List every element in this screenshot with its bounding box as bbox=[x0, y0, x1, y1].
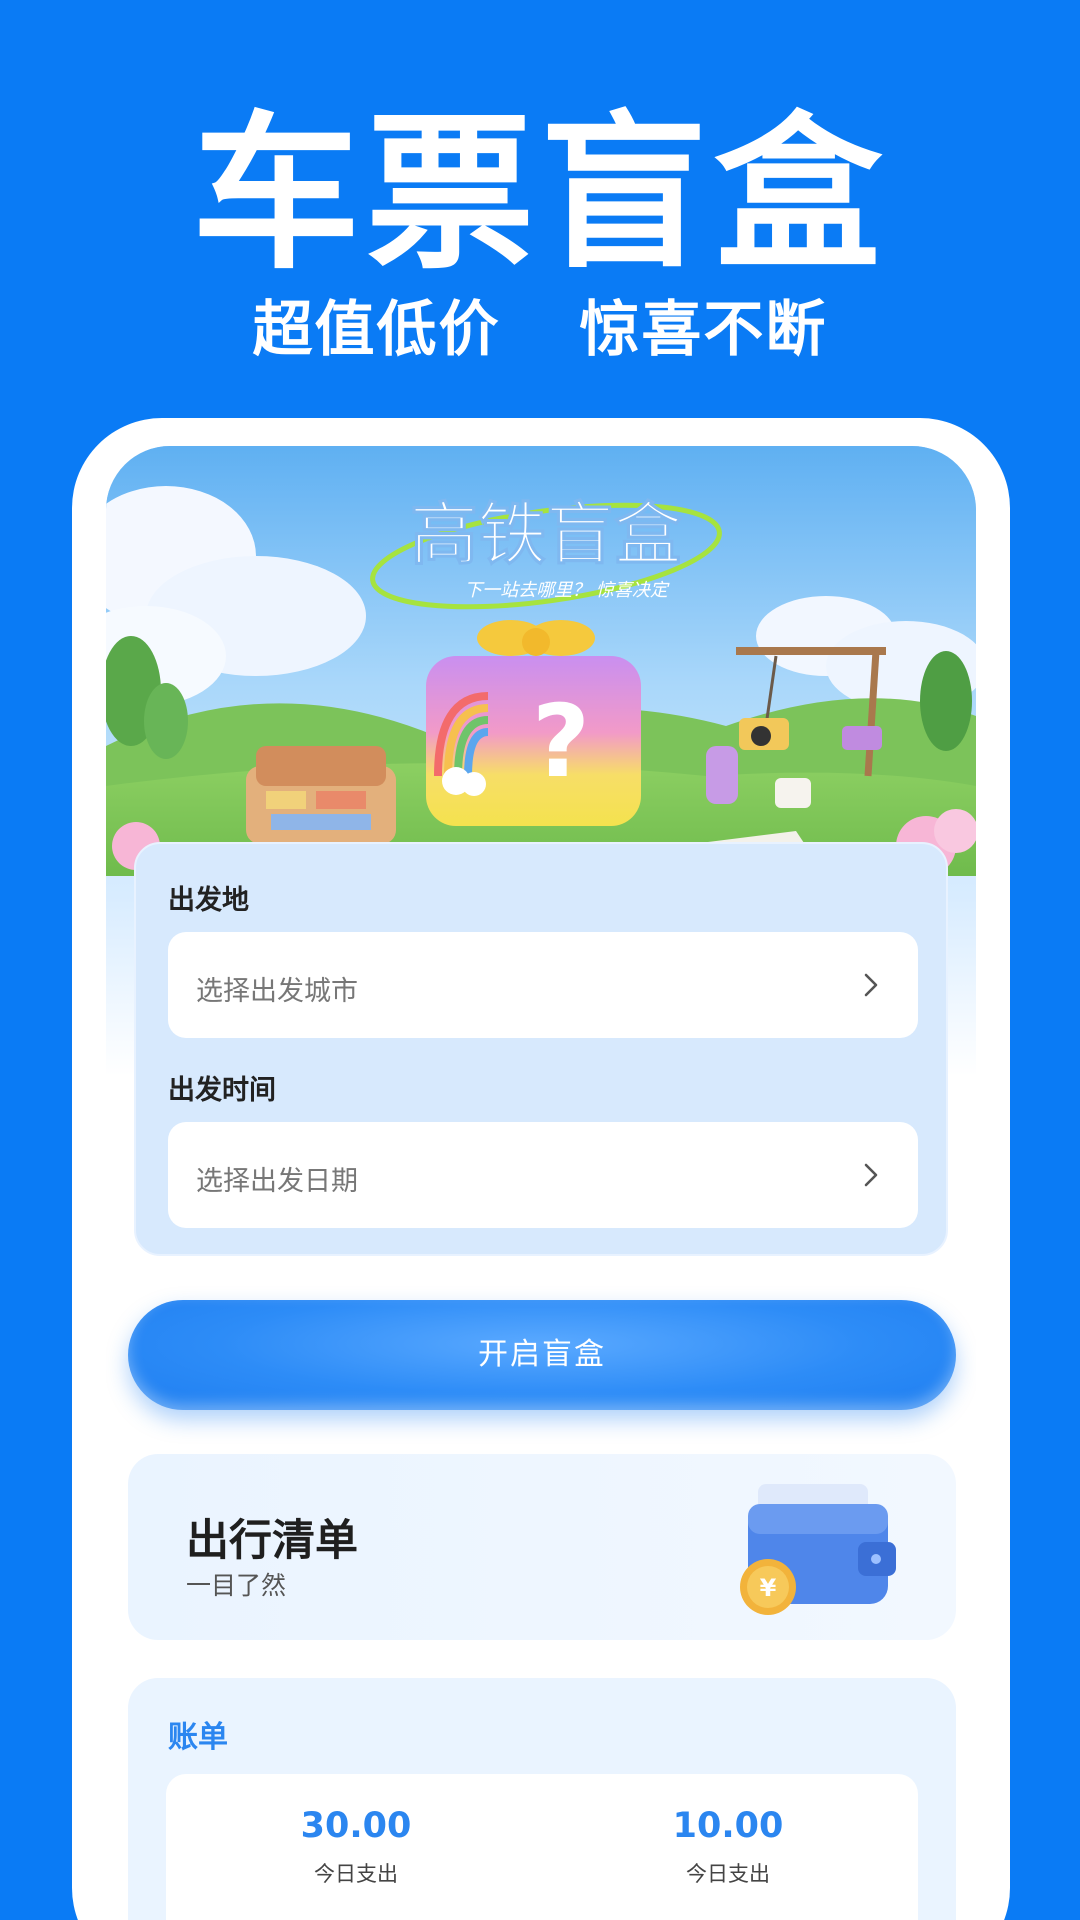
chevron-right-icon bbox=[864, 973, 878, 997]
banner-illustration: ? 高铁盲盒 下一站去哪里？ 惊喜决定 bbox=[106, 446, 976, 876]
trip-form-card: 出发地 选择出发城市 出发时间 选择出发日期 bbox=[134, 842, 948, 1256]
open-blind-box-button[interactable]: 开启盲盒 bbox=[128, 1300, 956, 1410]
hero-title: 车票盲盒 bbox=[192, 96, 888, 292]
departure-label: 出发地 bbox=[168, 885, 249, 916]
bill-amount-label: 今日支出 bbox=[314, 1862, 398, 1886]
trip-list-card[interactable]: 出行清单 一目了然 ¥ bbox=[128, 1454, 956, 1640]
departure-city-field[interactable]: 选择出发城市 bbox=[168, 932, 918, 1038]
hero-subtitle: 超值低价 惊喜不断 bbox=[0, 300, 1080, 360]
banner-logo-text: 高铁盲盒 bbox=[410, 496, 683, 575]
app-screen: ? 高铁盲盒 下一站去哪里？ 惊喜决定 出发地 选择出发城市 出发时间 选择出发… bbox=[106, 446, 976, 1920]
departure-time-label: 出发时间 bbox=[168, 1075, 276, 1106]
trip-list-subtitle: 一目了然 bbox=[186, 1571, 287, 1600]
bill-card: 账单 30.00 今日支出 10.00 今日支出 bbox=[128, 1678, 956, 1920]
bill-summary: 30.00 今日支出 10.00 今日支出 bbox=[166, 1774, 918, 1920]
bill-amount: 10.00 bbox=[672, 1806, 784, 1846]
bill-amount: 30.00 bbox=[300, 1806, 412, 1846]
svg-text:¥: ¥ bbox=[760, 1574, 777, 1602]
bill-item: 30.00 今日支出 bbox=[206, 1806, 506, 1888]
bill-amount-label: 今日支出 bbox=[686, 1862, 770, 1886]
departure-date-field[interactable]: 选择出发日期 bbox=[168, 1122, 918, 1228]
hero-subtitle-left: 超值低价 bbox=[252, 295, 501, 365]
wallet-coin-icon: ¥ bbox=[740, 1484, 896, 1615]
blind-box-banner: ? 高铁盲盒 下一站去哪里？ 惊喜决定 bbox=[106, 446, 976, 876]
hero-subtitle-right: 惊喜不断 bbox=[579, 295, 828, 365]
bill-item: 10.00 今日支出 bbox=[578, 1806, 878, 1888]
trip-list-title: 出行清单 bbox=[186, 1516, 358, 1566]
svg-text:?: ? bbox=[532, 683, 590, 800]
departure-date-placeholder: 选择出发日期 bbox=[196, 1166, 358, 1197]
chevron-right-icon bbox=[864, 1163, 878, 1187]
bill-title: 账单 bbox=[168, 1720, 228, 1755]
banner-tagline: 下一站去哪里？ 惊喜决定 bbox=[464, 580, 670, 601]
departure-city-placeholder: 选择出发城市 bbox=[196, 976, 358, 1007]
